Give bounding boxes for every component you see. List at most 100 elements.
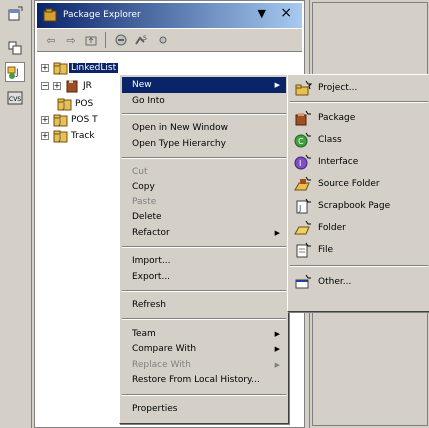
menu-item-label: Export... <box>132 272 171 282</box>
svg-text:J: J <box>58 118 61 126</box>
submenu-arrow-icon: ▶ <box>274 81 280 89</box>
submenu-item-label: Interface <box>318 157 359 167</box>
tree-row-track[interactable]: + J Track <box>41 129 97 143</box>
other-wizard-icon <box>294 274 312 290</box>
view-menu-icon[interactable]: ▼ <box>258 7 266 20</box>
submenu-item-project[interactable]: Project... <box>290 77 428 99</box>
svg-text:C: C <box>298 137 304 146</box>
submenu-item-label: Class <box>318 135 342 145</box>
back-icon[interactable]: ⇦ <box>43 33 59 47</box>
menu-separator <box>290 101 428 103</box>
submenu-item-other[interactable]: Other... <box>290 271 428 293</box>
tree-row-linkedlist[interactable]: + J LinkedList <box>41 61 119 75</box>
submenu-item-file[interactable]: File <box>290 239 428 261</box>
menu-item-copy[interactable]: Copy <box>122 179 286 195</box>
expand-toggle[interactable]: − <box>41 82 49 90</box>
link-with-editor-icon[interactable]: S <box>133 33 149 47</box>
context-menu: New ▶ Go Into Open in New Window Open Ty… <box>119 74 289 424</box>
svg-text:J: J <box>58 134 61 142</box>
menu-item-label: Open Type Hierarchy <box>132 139 226 149</box>
tree-label: POS <box>75 99 94 109</box>
java-perspective-icon[interactable]: J <box>5 62 25 82</box>
view-title-bar: Package Explorer ▼ × <box>37 3 302 28</box>
up-icon[interactable] <box>83 33 99 47</box>
submenu-arrow-icon: ▶ <box>274 345 280 353</box>
svg-text:I: I <box>299 159 301 168</box>
source-folder-wizard-icon <box>294 176 312 192</box>
submenu-arrow-icon: ▶ <box>274 229 280 237</box>
menu-item-cut: Cut <box>122 164 286 180</box>
menu-item-paste: Paste <box>122 194 286 210</box>
resource-perspective-icon[interactable] <box>5 38 25 58</box>
submenu-item-folder[interactable]: Folder <box>290 217 428 239</box>
menu-item-label: Cut <box>132 167 148 177</box>
menu-item-label: Copy <box>132 182 155 192</box>
open-perspective-icon[interactable] <box>5 4 25 24</box>
submenu-item-label: File <box>318 245 334 255</box>
expand-toggle[interactable]: + <box>41 64 49 72</box>
expand-toggle[interactable]: + <box>53 82 61 90</box>
menu-item-refresh[interactable]: Refresh <box>122 297 286 313</box>
svg-text:S: S <box>143 35 147 42</box>
menu-item-replace-with: Replace With ▶ <box>122 357 286 373</box>
menu-item-compare-with[interactable]: Compare With ▶ <box>122 341 286 357</box>
menu-item-open-new-window[interactable]: Open in New Window <box>122 120 286 136</box>
project-folder-icon: J <box>53 62 68 75</box>
menu-item-open-type-hierarchy[interactable]: Open Type Hierarchy <box>122 136 286 152</box>
menu-separator <box>122 318 286 320</box>
class-wizard-icon: C <box>294 132 312 148</box>
submenu-item-scrapbook-page[interactable]: J Scrapbook Page <box>290 195 428 217</box>
menu-item-label: Delete <box>132 212 162 222</box>
tree-row-pos[interactable]: J POS <box>57 97 95 111</box>
submenu-item-source-folder[interactable]: Source Folder <box>290 173 428 195</box>
tree-row-pos-t[interactable]: + J POS T <box>41 113 100 127</box>
submenu-item-label: Folder <box>318 223 346 233</box>
expand-toggle[interactable]: + <box>41 116 49 124</box>
menu-item-restore-local-history[interactable]: Restore From Local History... <box>122 372 286 388</box>
menu-item-import[interactable]: Import... <box>122 253 286 269</box>
submenu-item-label: Scrapbook Page <box>318 201 391 211</box>
menu-item-refactor[interactable]: Refactor ▶ <box>122 225 286 241</box>
submenu-item-label: Project... <box>318 83 358 93</box>
svg-text:J: J <box>298 204 301 213</box>
collapse-all-icon[interactable] <box>113 33 129 47</box>
interface-wizard-icon: I <box>294 154 312 170</box>
menu-item-properties[interactable]: Properties <box>122 401 286 417</box>
package-explorer-icon <box>43 8 57 25</box>
menu-item-team[interactable]: Team ▶ <box>122 326 286 342</box>
expand-toggle[interactable]: + <box>41 132 49 140</box>
scrapbook-wizard-icon: J <box>294 198 312 214</box>
tree-row-jr[interactable]: − + JR <box>41 79 94 93</box>
menu-separator <box>122 157 286 159</box>
folder-wizard-icon <box>294 220 312 236</box>
menu-item-label: Import... <box>132 256 171 266</box>
svg-text:J: J <box>15 68 19 78</box>
library-icon <box>66 80 78 93</box>
svg-text:J: J <box>58 66 61 74</box>
submenu-item-label: Package <box>318 113 356 123</box>
cvs-perspective-icon[interactable]: CVS <box>5 88 25 108</box>
menu-item-label: Go Into <box>132 96 165 106</box>
menu-separator <box>122 246 286 248</box>
menu-item-export[interactable]: Export... <box>122 269 286 285</box>
tree-label: JR <box>83 81 92 91</box>
project-folder-icon: J <box>53 130 68 143</box>
project-folder-icon: J <box>53 114 68 127</box>
menu-item-label: Team <box>132 329 156 339</box>
menu-item-go-into[interactable]: Go Into <box>122 93 286 109</box>
menu-item-new[interactable]: New ▶ <box>122 77 286 93</box>
submenu-item-class[interactable]: C Class <box>290 129 428 151</box>
package-wizard-icon <box>294 110 312 126</box>
submenu-arrow-icon: ▶ <box>274 361 280 369</box>
forward-icon[interactable]: ⇨ <box>63 33 79 47</box>
submenu-item-interface[interactable]: I Interface <box>290 151 428 173</box>
menu-separator <box>122 394 286 396</box>
menu-item-label: New <box>132 80 152 90</box>
project-wizard-icon <box>294 80 313 96</box>
submenu-item-package[interactable]: Package <box>290 107 428 129</box>
filter-icon[interactable] <box>155 33 171 47</box>
close-view-button[interactable]: × <box>280 5 292 21</box>
menu-item-label: Compare With <box>132 344 197 354</box>
menu-item-delete[interactable]: Delete <box>122 209 286 225</box>
menu-item-label: Properties <box>132 404 178 414</box>
